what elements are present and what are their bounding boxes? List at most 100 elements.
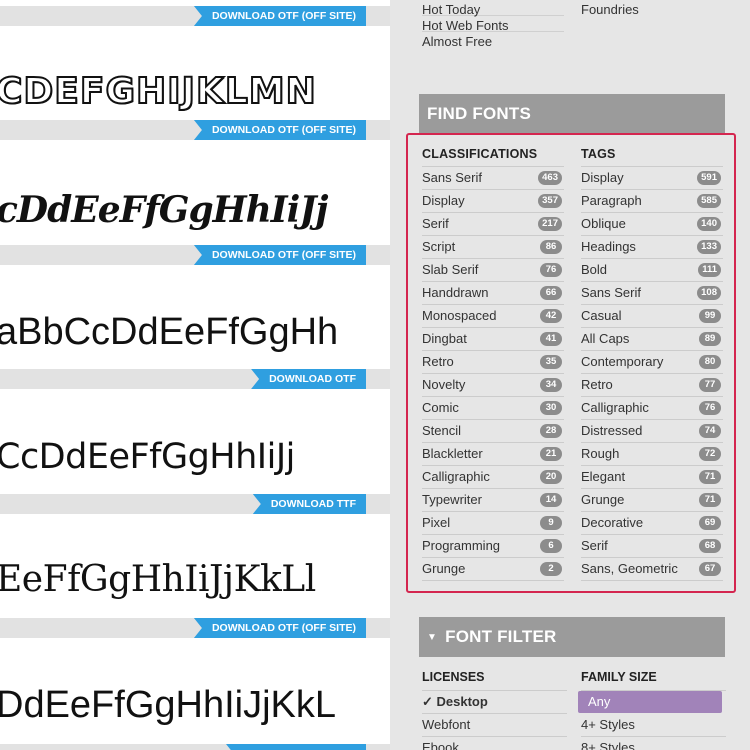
tag-item[interactable]: Decorative 69 (581, 512, 723, 535)
tag-item[interactable]: All Caps 89 (581, 328, 723, 351)
classification-item[interactable]: Slab Serif 76 (422, 259, 564, 282)
classification-label: Calligraphic (422, 469, 490, 484)
classification-item[interactable]: Stencil 28 (422, 420, 564, 443)
font-preview: DdEeFfGgHhIiJjKkL (0, 684, 337, 726)
classification-item[interactable]: Sans Serif 463 (422, 167, 564, 190)
classification-item[interactable]: Monospaced 42 (422, 305, 564, 328)
tag-item[interactable]: Paragraph 585 (581, 190, 723, 213)
classification-item[interactable]: Programming 6 (422, 535, 564, 558)
font-preview: aBbCcDdEeFfGgHh (0, 311, 339, 353)
classification-item[interactable]: Comic 30 (422, 397, 564, 420)
classifications-list: CLASSIFICATIONS Sans Serif 463 Display 357 S… (422, 147, 564, 581)
count-badge: 6 (540, 539, 562, 553)
family-size-8-plus[interactable]: 8+ Styles (581, 737, 726, 750)
tag-item[interactable]: Distressed 74 (581, 420, 723, 443)
count-badge: 66 (540, 286, 562, 300)
classification-item[interactable]: Grunge 2 (422, 558, 564, 581)
classification-item[interactable]: Handdrawn 66 (422, 282, 564, 305)
count-badge: 2 (540, 562, 562, 576)
classification-item[interactable]: Script 86 (422, 236, 564, 259)
tag-item[interactable]: Retro 77 (581, 374, 723, 397)
count-badge: 77 (699, 378, 721, 392)
tag-label: Casual (581, 308, 622, 323)
classification-label: Serif (422, 216, 449, 231)
count-badge: 71 (699, 470, 721, 484)
font-filter-title: FONT FILTER (445, 627, 557, 646)
count-badge: 35 (540, 355, 562, 369)
family-size-filter: FAMILY SIZE Any 4+ Styles 8+ Styles (578, 670, 726, 750)
classification-item[interactable]: Pixel 9 (422, 512, 564, 535)
count-badge: 140 (697, 217, 721, 231)
count-badge: 99 (699, 309, 721, 323)
tag-item[interactable]: Sans, Geometric 67 (581, 558, 723, 581)
tag-label: Headings (581, 239, 636, 254)
font-preview: cDdEeFfGgHhIiJj (0, 189, 328, 231)
tag-label: Sans Serif (581, 285, 641, 300)
licenses-heading: LICENSES (422, 670, 567, 691)
tag-item[interactable]: Bold 111 (581, 259, 723, 282)
classification-item[interactable]: Dingbat 41 (422, 328, 564, 351)
tag-label: Paragraph (581, 193, 642, 208)
tag-item[interactable]: Display 591 (581, 167, 723, 190)
classification-item[interactable]: Typewriter 14 (422, 489, 564, 512)
classification-label: Monospaced (422, 308, 497, 323)
count-badge: 357 (538, 194, 562, 208)
tag-label: Rough (581, 446, 620, 461)
tag-item[interactable]: Grunge 71 (581, 489, 723, 512)
tag-item[interactable]: Serif 68 (581, 535, 723, 558)
tag-item[interactable]: Headings 133 (581, 236, 723, 259)
top-links-left: Hot Today Hot Web Fonts Almost Free (422, 0, 564, 49)
tag-item[interactable]: Sans Serif 108 (581, 282, 723, 305)
classification-label: Novelty (422, 377, 466, 392)
find-fonts-header: FIND FONTS (419, 94, 725, 134)
download-button[interactable] (226, 744, 366, 750)
font-filter-header[interactable]: ▼ FONT FILTER (419, 617, 725, 657)
classification-label: Dingbat (422, 331, 467, 346)
link-foundries[interactable]: Foundries (581, 0, 723, 17)
count-badge: 76 (540, 263, 562, 277)
family-size-heading: FAMILY SIZE (581, 670, 726, 691)
tag-item[interactable]: Contemporary 80 (581, 351, 723, 374)
count-badge: 76 (699, 401, 721, 415)
count-badge: 86 (540, 240, 562, 254)
count-badge: 463 (538, 171, 562, 185)
classification-label: Display (422, 193, 465, 208)
family-size-4-plus[interactable]: 4+ Styles (581, 714, 726, 737)
tag-item[interactable]: Oblique 140 (581, 213, 723, 236)
font-preview: CcDdEeFfGgHhIiJj (0, 437, 295, 477)
tag-item[interactable]: Casual 99 (581, 305, 723, 328)
count-badge: 42 (540, 309, 562, 323)
classification-item[interactable]: Serif 217 (422, 213, 564, 236)
count-badge: 111 (698, 263, 721, 277)
classifications-heading: CLASSIFICATIONS (422, 147, 564, 167)
font-samples-panel: DOWNLOAD OTF (OFF SITE) CDEFGHIJKLMN DOW… (0, 0, 390, 750)
tag-label: Calligraphic (581, 400, 649, 415)
license-desktop[interactable]: ✓ Desktop (422, 691, 567, 714)
family-size-any[interactable]: Any (578, 691, 722, 713)
classification-item[interactable]: Retro 35 (422, 351, 564, 374)
count-badge: 30 (540, 401, 562, 415)
tag-item[interactable]: Calligraphic 76 (581, 397, 723, 420)
license-ebook[interactable]: Ebook (422, 737, 567, 750)
count-badge: 72 (699, 447, 721, 461)
font-sample: aBbCcDdEeFfGgHh DOWNLOAD OTF (0, 250, 390, 389)
tag-item[interactable]: Elegant 71 (581, 466, 723, 489)
license-webfont[interactable]: Webfont (422, 714, 567, 737)
count-badge: 21 (540, 447, 562, 461)
classification-item[interactable]: Display 357 (422, 190, 564, 213)
count-badge: 74 (699, 424, 721, 438)
tag-label: All Caps (581, 331, 630, 346)
tag-item[interactable]: Rough 72 (581, 443, 723, 466)
find-fonts-box: CLASSIFICATIONS Sans Serif 463 Display 357 S… (406, 133, 736, 593)
tag-label: Decorative (581, 515, 644, 530)
font-sample: CDEFGHIJKLMN DOWNLOAD OTF (OFF SITE) (0, 0, 390, 140)
font-sample: CcDdEeFfGgHhIiJj DOWNLOAD TTF (0, 375, 390, 514)
classification-item[interactable]: Novelty 34 (422, 374, 564, 397)
find-fonts-title: FIND FONTS (427, 104, 531, 123)
classification-label: Stencil (422, 423, 462, 438)
classification-item[interactable]: Blackletter 21 (422, 443, 564, 466)
tag-label: Retro (581, 377, 613, 392)
classification-label: Grunge (422, 561, 466, 576)
classification-item[interactable]: Calligraphic 20 (422, 466, 564, 489)
classification-label: Blackletter (422, 446, 483, 461)
